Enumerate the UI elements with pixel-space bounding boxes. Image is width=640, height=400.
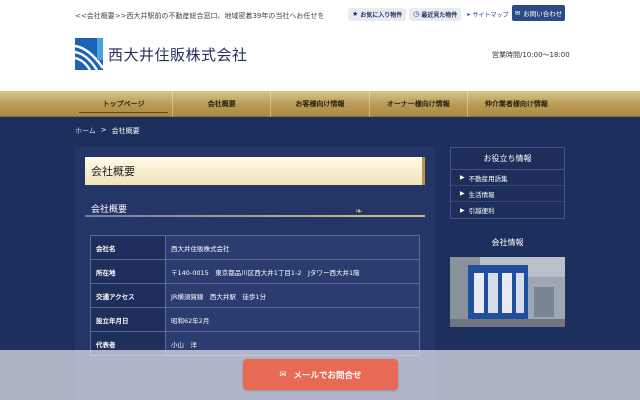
nav-item-customers[interactable]: お客様向け情報 — [270, 91, 368, 117]
favorites-button[interactable]: ★ お気に入り物件 — [348, 7, 407, 21]
page-title: 会社概要 — [85, 157, 425, 185]
nav-item-top[interactable]: トップページ — [75, 91, 172, 117]
row-value: JR横須賀線 西大井駅 徒歩1分 — [165, 283, 420, 308]
row-key: 交通アクセス — [90, 283, 166, 308]
row-value: 〒140-0015 東京都品川区西大井1丁目1-2 Jタワー西大井1階 — [165, 259, 420, 284]
company-name[interactable]: 西大井住販株式会社 — [108, 44, 248, 65]
clock-icon: ◷ — [413, 10, 420, 18]
breadcrumb-current: 会社概要 — [111, 127, 140, 135]
sidebar-item-glossary[interactable]: ▶ 不動産用語集 — [451, 170, 564, 186]
site-header: <<会社概要>>西大井駅前の不動産総合窓口、地域密着39年の当社へお任せを ★ … — [0, 0, 640, 91]
sitemap-label: サイトマップ — [472, 11, 509, 19]
triangle-right-icon: ▶ — [460, 174, 465, 181]
sidebar-item-moving[interactable]: ▶ 引越便利 — [451, 202, 564, 218]
table-row: 会社名 西大井住販株式会社 — [90, 235, 420, 260]
useful-info-box: お役立ち情報 ▶ 不動産用語集 ▶ 生活情報 ▶ 引越便利 — [450, 147, 565, 219]
company-info-table: 会社名 西大井住販株式会社 所在地 〒140-0015 東京都品川区西大井1丁目… — [90, 235, 420, 356]
global-nav: トップページ 会社概要 お客様向け情報 オーナー様向け情報 仲介業者様向け情報 — [0, 91, 640, 117]
row-key: 会社名 — [90, 235, 166, 260]
nav-item-agents[interactable]: 仲介業者様向け情報 — [466, 91, 565, 117]
recent-label: 最近見た物件 — [421, 11, 458, 19]
section-title: 会社概要 — [91, 205, 128, 215]
favorites-label: お気に入り物件 — [360, 11, 403, 19]
mail-contact-button[interactable]: ✉ メールでお問合せ — [243, 359, 398, 390]
row-key: 所在地 — [90, 259, 166, 284]
sidebar-heading-company: 会社情報 — [491, 237, 524, 247]
table-row: 所在地 〒140-0015 東京都品川区西大井1丁目1-2 Jタワー西大井1階 — [90, 259, 420, 284]
mail-icon: ✉ — [514, 9, 521, 17]
business-hours: 営業時間/10:00〜18:00 — [492, 51, 570, 59]
row-value: 西大井住販株式会社 — [165, 235, 420, 260]
sitemap-link[interactable]: ▸ サイトマップ — [467, 10, 508, 19]
sidebar-item-label: 引越便利 — [468, 207, 495, 215]
sidebar-item-living[interactable]: ▶ 生活情報 — [451, 186, 564, 202]
star-icon: ★ — [352, 10, 359, 18]
breadcrumb-home[interactable]: ホーム — [75, 126, 96, 136]
company-logo[interactable] — [75, 38, 103, 70]
breadcrumb-separator: > — [100, 126, 107, 134]
table-row: 設立年月日 昭和62年2月 — [90, 307, 420, 332]
section-divider — [85, 215, 425, 217]
sidebar-item-label: 生活情報 — [468, 190, 495, 199]
header-tagline: <<会社概要>>西大井駅前の不動産総合窓口、地域密着39年の当社へお任せを — [75, 12, 325, 20]
row-value: 昭和62年2月 — [165, 307, 420, 332]
header-top-links: ★ お気に入り物件 ◷ 最近見た物件 ▸ サイトマップ — [348, 7, 508, 21]
chevron-right-icon: ▸ — [467, 10, 471, 18]
sidebar-item-label: 不動産用語集 — [468, 174, 508, 183]
sidebar-heading-info: お役立ち情報 — [451, 148, 564, 170]
nav-item-company[interactable]: 会社概要 — [172, 91, 270, 117]
storefront-image[interactable] — [450, 257, 565, 327]
recent-button[interactable]: ◷ 最近見た物件 — [409, 7, 462, 21]
table-row: 交通アクセス JR横須賀線 西大井駅 徒歩1分 — [90, 283, 420, 308]
mail-button-label: メールでお問合せ — [293, 370, 362, 381]
mail-icon: ✉ — [279, 369, 287, 380]
triangle-right-icon: ▶ — [460, 190, 465, 197]
contact-button[interactable]: ✉ お問い合わせ — [512, 5, 565, 21]
triangle-right-icon: ▶ — [460, 206, 465, 214]
row-key: 設立年月日 — [90, 307, 166, 332]
breadcrumb: ホーム > 会社概要 — [75, 126, 140, 136]
contact-label: お問い合わせ — [523, 10, 563, 18]
nav-item-owners[interactable]: オーナー様向け情報 — [368, 91, 467, 117]
